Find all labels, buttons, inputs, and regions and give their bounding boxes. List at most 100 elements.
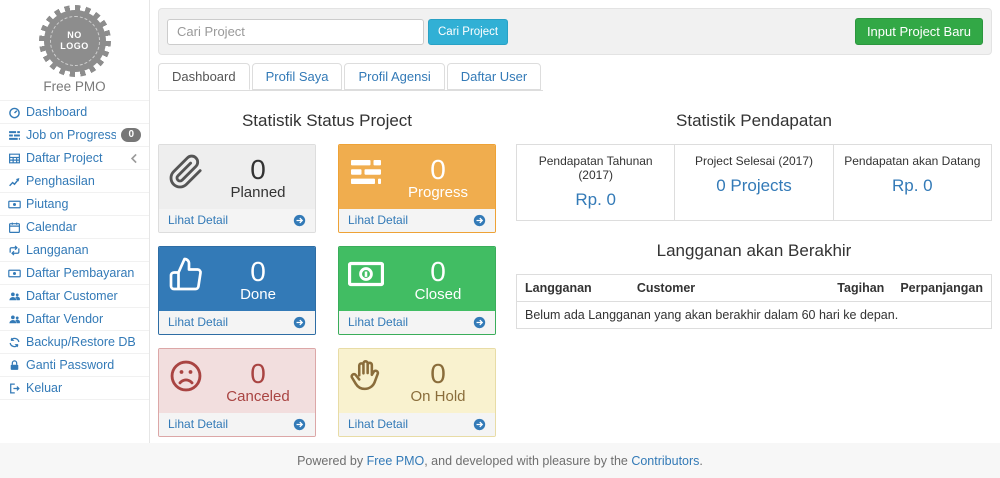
tab-dashboard[interactable]: Dashboard xyxy=(158,63,250,90)
sign-out-icon xyxy=(8,382,21,395)
thumbs-up-icon xyxy=(168,256,204,292)
free-pmo-link[interactable]: Free PMO xyxy=(367,454,425,468)
sidebar-item-daftar-vendor[interactable]: Daftar Vendor xyxy=(0,308,149,331)
page-footer: Powered by Free PMO, and developed with … xyxy=(0,443,1000,478)
arrow-circle-right-icon[interactable] xyxy=(473,316,486,329)
footer-text: Powered by Free PMO, and developed with … xyxy=(297,454,703,468)
sidebar-item-calendar[interactable]: Calendar xyxy=(0,216,149,239)
app-layout: NO LOGO Free PMO Dashboard Job on Progre… xyxy=(0,0,1000,443)
subscription-table: Langganan Customer Tagihan Perpanjangan … xyxy=(516,274,992,329)
brand-name: Free PMO xyxy=(0,79,149,94)
paperclip-icon xyxy=(168,154,204,190)
sidebar-item-daftar-pembayaran[interactable]: Daftar Pembayaran xyxy=(0,262,149,285)
sidebar-item-keluar[interactable]: Keluar xyxy=(0,377,149,400)
col-langganan: Langganan xyxy=(517,275,629,302)
closed-count: 0 xyxy=(430,257,446,286)
planned-label: Planned xyxy=(230,184,285,201)
arrow-circle-right-icon[interactable] xyxy=(293,418,306,431)
dashboard-icon xyxy=(8,106,21,119)
status-card-canceled: 0 Canceled Lihat Detail xyxy=(158,348,316,437)
sidebar: NO LOGO Free PMO Dashboard Job on Progre… xyxy=(0,0,150,443)
brand: NO LOGO Free PMO xyxy=(0,10,149,94)
users-icon xyxy=(8,313,21,326)
tab-profil-agensi[interactable]: Profil Agensi xyxy=(344,63,444,90)
calendar-icon xyxy=(8,221,21,234)
on-hold-count: 0 xyxy=(430,359,446,388)
sidebar-item-daftar-customer[interactable]: Daftar Customer xyxy=(0,285,149,308)
tab-profil-saya[interactable]: Profil Saya xyxy=(252,63,343,90)
progress-count: 0 xyxy=(430,155,446,184)
status-section: Statistik Status Project 0 Planned Lihat… xyxy=(158,103,496,437)
exchange-icon xyxy=(8,244,21,257)
empty-subscriptions-message: Belum ada Langganan yang akan berakhir d… xyxy=(517,302,992,329)
hand-icon xyxy=(348,358,384,394)
contributors-link[interactable]: Contributors xyxy=(631,454,699,468)
col-customer: Customer xyxy=(629,275,822,302)
main-content: Cari Project Input Project Baru Dashboar… xyxy=(150,0,1000,443)
done-detail-link[interactable]: Lihat Detail xyxy=(168,315,228,329)
progress-label: Progress xyxy=(408,184,468,201)
chevron-left-icon xyxy=(128,152,141,165)
table-icon xyxy=(8,152,21,165)
users-icon xyxy=(8,290,21,303)
canceled-detail-link[interactable]: Lihat Detail xyxy=(168,417,228,431)
sidebar-item-langganan[interactable]: Langganan xyxy=(0,239,149,262)
lock-icon xyxy=(8,359,21,372)
sidebar-item-penghasilan[interactable]: Penghasilan xyxy=(0,170,149,193)
done-count: 0 xyxy=(250,257,266,286)
income-stats-table: Pendapatan Tahunan (2017) Rp. 0 Project … xyxy=(516,144,992,221)
sidebar-item-job-on-progress[interactable]: Job on Progress 0 xyxy=(0,124,149,147)
arrow-circle-right-icon[interactable] xyxy=(293,316,306,329)
status-card-done: 0 Done Lihat Detail xyxy=(158,246,316,335)
col-perpanjangan: Perpanjangan xyxy=(892,275,991,302)
progress-detail-link[interactable]: Lihat Detail xyxy=(348,213,408,227)
search-panel: Cari Project Input Project Baru xyxy=(158,8,992,55)
search-button[interactable]: Cari Project xyxy=(428,19,508,45)
tab-bar: Dashboard Profil Saya Profil Agensi Daft… xyxy=(158,55,543,91)
closed-label: Closed xyxy=(415,286,462,303)
tasks-icon xyxy=(348,154,384,190)
arrow-circle-right-icon[interactable] xyxy=(473,418,486,431)
sidebar-item-backup-restore-db[interactable]: Backup/Restore DB xyxy=(0,331,149,354)
tasks-icon xyxy=(8,129,21,142)
status-card-on-hold: 0 On Hold Lihat Detail xyxy=(338,348,496,437)
income-section: Statistik Pendapatan Pendapatan Tahunan … xyxy=(516,103,992,437)
status-card-planned: 0 Planned Lihat Detail xyxy=(158,144,316,233)
arrow-circle-right-icon[interactable] xyxy=(473,214,486,227)
logo-placeholder-text: NO LOGO xyxy=(60,30,90,52)
status-card-progress: 0 Progress Lihat Detail xyxy=(338,144,496,233)
status-card-closed: 0 Closed Lihat Detail xyxy=(338,246,496,335)
line-chart-icon xyxy=(8,175,21,188)
frown-icon xyxy=(168,358,204,394)
table-row: Belum ada Langganan yang akan berakhir d… xyxy=(517,302,992,329)
sidebar-menu: Dashboard Job on Progress 0 Daftar Proje… xyxy=(0,100,149,400)
sidebar-item-daftar-project[interactable]: Daftar Project xyxy=(0,147,149,170)
planned-count: 0 xyxy=(250,155,266,184)
stat-project-selesai: Project Selesai (2017) 0 Projects xyxy=(674,145,832,220)
on-hold-label: On Hold xyxy=(410,388,465,405)
stat-pendapatan-tahunan: Pendapatan Tahunan (2017) Rp. 0 xyxy=(517,145,674,220)
tab-daftar-user[interactable]: Daftar User xyxy=(447,63,541,90)
sidebar-item-ganti-password[interactable]: Ganti Password xyxy=(0,354,149,377)
job-count-badge: 0 xyxy=(121,128,141,142)
arrow-circle-right-icon[interactable] xyxy=(293,214,306,227)
money-bill-icon xyxy=(348,256,384,292)
no-logo-seal: NO LOGO xyxy=(44,10,106,72)
canceled-count: 0 xyxy=(250,359,266,388)
money-icon xyxy=(8,267,21,280)
money-icon xyxy=(8,198,21,211)
new-project-button[interactable]: Input Project Baru xyxy=(855,18,983,45)
refresh-icon xyxy=(8,336,21,349)
planned-detail-link[interactable]: Lihat Detail xyxy=(168,213,228,227)
canceled-label: Canceled xyxy=(226,388,289,405)
closed-detail-link[interactable]: Lihat Detail xyxy=(348,315,408,329)
sidebar-item-piutang[interactable]: Piutang xyxy=(0,193,149,216)
income-section-title: Statistik Pendapatan xyxy=(516,111,992,131)
search-input[interactable] xyxy=(167,19,424,45)
status-section-title: Statistik Status Project xyxy=(158,111,496,131)
sidebar-item-dashboard[interactable]: Dashboard xyxy=(0,101,149,124)
on-hold-detail-link[interactable]: Lihat Detail xyxy=(348,417,408,431)
done-label: Done xyxy=(240,286,276,303)
subscription-section-title: Langganan akan Berakhir xyxy=(516,241,992,261)
stat-pendapatan-akan-datang: Pendapatan akan Datang Rp. 0 xyxy=(833,145,991,220)
